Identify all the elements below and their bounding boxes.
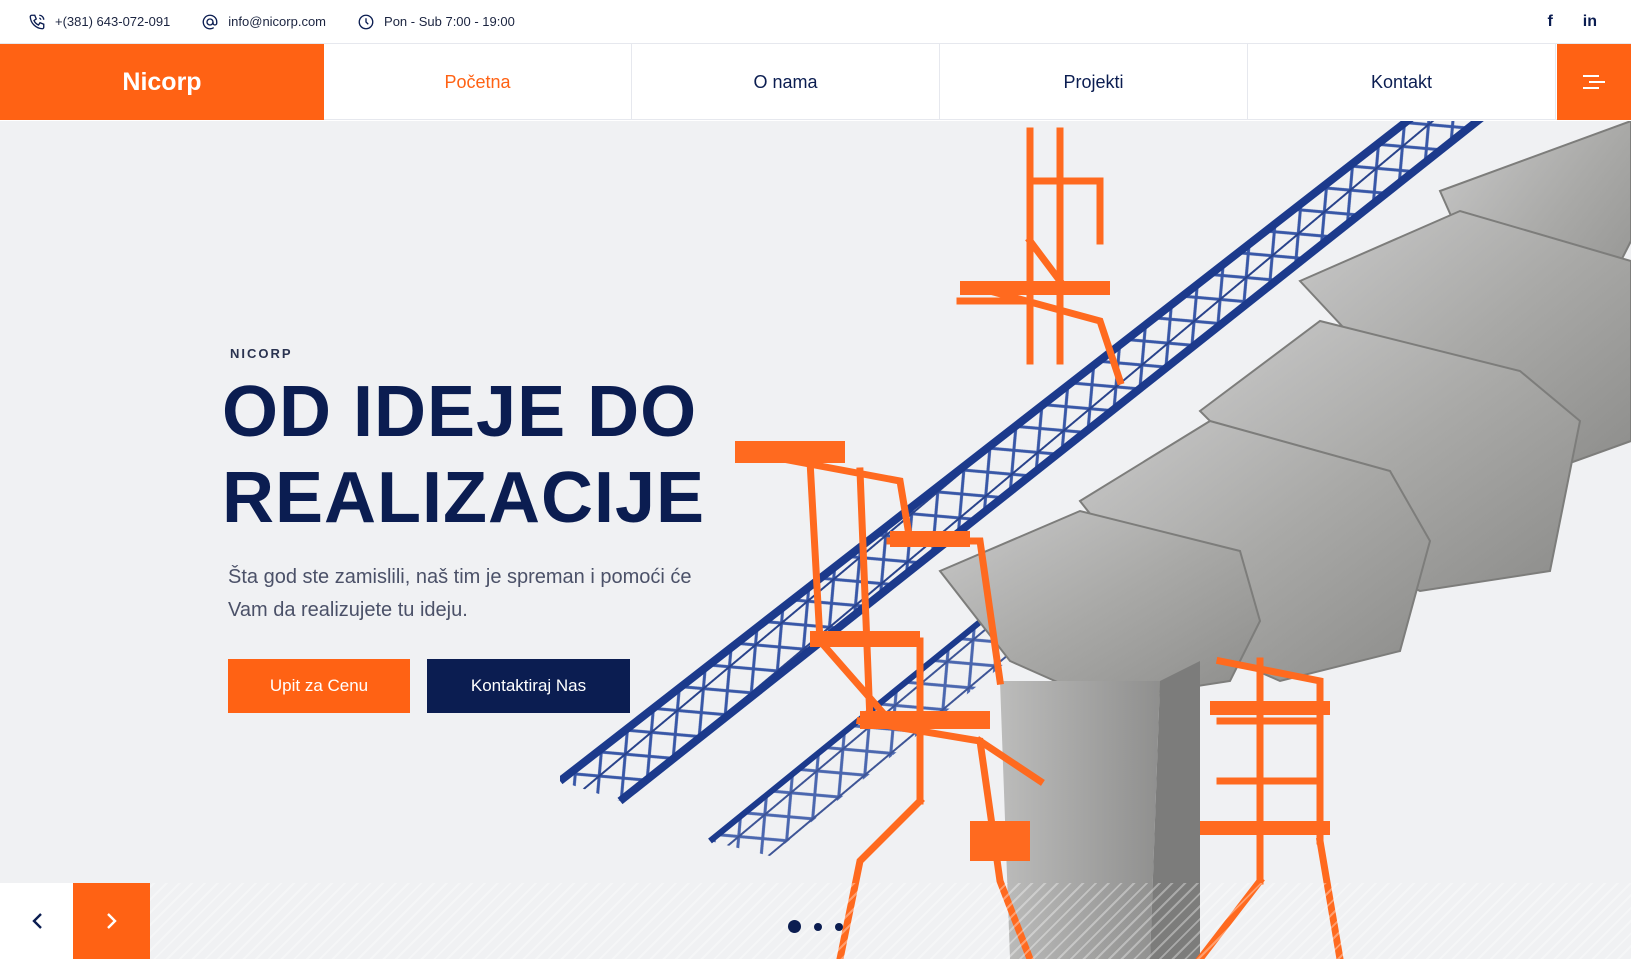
chevron-right-icon (106, 913, 117, 929)
top-bar: +(381) 643-072-091 info@nicorp.com Pon -… (0, 0, 1631, 44)
hamburger-icon (1583, 75, 1605, 89)
linkedin-icon[interactable]: in (1583, 13, 1597, 31)
nav-item-o-nama[interactable]: O nama (632, 44, 940, 120)
chevron-left-icon (31, 913, 42, 929)
nav-item-pocetna[interactable]: Početna (324, 44, 632, 120)
nav-item-kontakt[interactable]: Kontakt (1248, 44, 1556, 120)
slider-dot-1[interactable] (788, 920, 801, 933)
hours-info: Pon - Sub 7:00 - 19:00 (357, 13, 515, 31)
brand-logo[interactable]: Nicorp (0, 44, 324, 120)
hero-section: NICORP OD IDEJE DO REALIZACIJE Šta god s… (0, 121, 1631, 959)
headline-line-2: REALIZACIJE (222, 458, 706, 538)
main-nav: Nicorp Početna O nama Projekti Kontakt (0, 44, 1631, 120)
slider-next-button[interactable] (73, 883, 150, 959)
hero-eyebrow: NICORP (230, 346, 293, 361)
hero-subtext: Šta god ste zamislili, naš tim je sprema… (228, 566, 692, 621)
contact-info: +(381) 643-072-091 info@nicorp.com Pon -… (28, 13, 546, 31)
phone-icon (29, 14, 45, 29)
phone-text: +(381) 643-072-091 (55, 14, 171, 29)
slider-dot-2[interactable] (814, 922, 822, 931)
contact-us-button[interactable]: Kontaktiraj Nas (427, 659, 630, 713)
clock-icon (358, 14, 374, 29)
phone-info[interactable]: +(381) 643-072-091 (28, 13, 170, 31)
hamburger-menu-button[interactable] (1557, 44, 1631, 120)
hero-headline: OD IDEJE DO REALIZACIJE (222, 369, 742, 541)
price-inquiry-button[interactable]: Upit za Cenu (228, 659, 410, 713)
hours-text: Pon - Sub 7:00 - 19:00 (384, 14, 515, 29)
facebook-icon[interactable]: f (1547, 13, 1552, 31)
slider-prev-button[interactable] (0, 883, 73, 959)
email-info[interactable]: info@nicorp.com (201, 13, 326, 31)
slider-dot-3[interactable] (835, 922, 843, 931)
email-text: info@nicorp.com (228, 14, 327, 29)
slider-pagination (788, 920, 856, 933)
at-sign-icon (202, 14, 218, 29)
headline-line-1: OD IDEJE DO (222, 372, 698, 452)
social-links: f in (1517, 0, 1597, 44)
nav-item-projekti[interactable]: Projekti (940, 44, 1248, 120)
